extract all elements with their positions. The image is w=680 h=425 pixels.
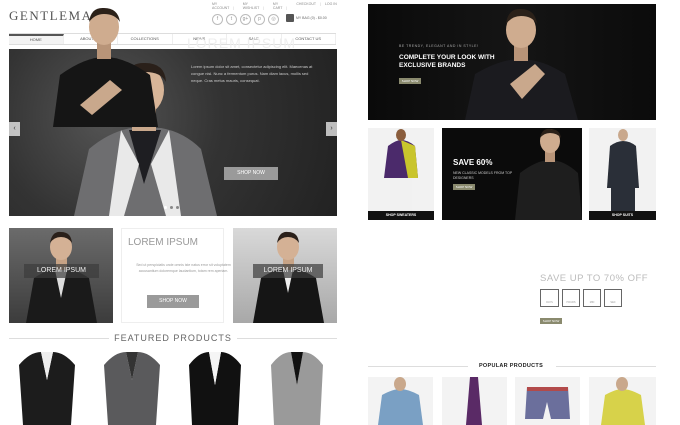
timer-seconds-unit: SEC bbox=[610, 301, 616, 304]
divider bbox=[237, 338, 337, 339]
product-jacket-tuxedo[interactable] bbox=[186, 350, 244, 425]
card-sweaters[interactable]: SHOP SWEATERS bbox=[368, 128, 434, 220]
top-link-login[interactable]: LOG IN bbox=[325, 2, 340, 10]
product-jacket-grey-lapel[interactable] bbox=[268, 350, 326, 425]
hero-title: LOREM IPSUM bbox=[187, 35, 297, 51]
timer-hours: 13 HOURS bbox=[562, 289, 580, 307]
save-title: SAVE 60% bbox=[453, 158, 493, 167]
google-plus-icon[interactable]: g+ bbox=[240, 14, 251, 25]
promo-mid-text: Sed ut perspiciatis unde omnis iste natu… bbox=[136, 263, 231, 273]
banner-title: COMPLETE YOUR LOOK WITH EXCLUSIVE BRANDS bbox=[399, 54, 495, 69]
timer-seconds-value: 24 bbox=[610, 293, 616, 299]
product-image bbox=[525, 387, 570, 419]
product-image bbox=[378, 377, 423, 425]
pinterest-icon[interactable]: p bbox=[254, 14, 265, 25]
facebook-icon[interactable]: f bbox=[212, 14, 223, 25]
top-link-cart[interactable]: MY CART bbox=[273, 2, 292, 10]
save-text: NEW CLASSIC MODELS FROM TOP DESIGNERS bbox=[453, 171, 513, 180]
product-shorts-printed[interactable] bbox=[515, 377, 580, 425]
deals-subtitle: SAVE UP TO 70% OFF bbox=[540, 273, 649, 284]
deals-model-image bbox=[53, 7, 158, 127]
timer-minutes-unit: MIN bbox=[589, 301, 595, 304]
product-image bbox=[466, 377, 482, 425]
bag-label: MY BAG (0) - $0.00 bbox=[296, 16, 327, 20]
hero-shop-now-button[interactable]: SHOP NOW bbox=[224, 167, 278, 180]
suit-model-image bbox=[607, 129, 639, 211]
product-jacket-grey[interactable] bbox=[101, 350, 163, 425]
banner-tagline: BE TRENDY, ELEGANT AND IN STYLE! bbox=[399, 44, 479, 48]
slider-next-button[interactable]: › bbox=[326, 122, 337, 136]
timer-hours-value: 13 bbox=[568, 293, 574, 299]
product-jacket-black[interactable] bbox=[15, 350, 80, 425]
product-tie-purple[interactable] bbox=[442, 377, 507, 425]
sweater-model-image bbox=[384, 129, 418, 211]
promo-right-label: LOREM IPSUM bbox=[253, 264, 323, 278]
top-link-account[interactable]: MY ACCOUNT bbox=[212, 2, 239, 10]
slider-prev-button[interactable]: ‹ bbox=[9, 122, 20, 136]
promo-shop-now-button[interactable]: SHOP NOW bbox=[147, 295, 199, 308]
top-link-wishlist[interactable]: MY WISHLIST bbox=[243, 2, 269, 10]
promo-mid-title: LOREM IPSUM bbox=[128, 237, 199, 248]
product-sweater-blue[interactable] bbox=[368, 377, 433, 425]
save-model-image bbox=[515, 128, 582, 220]
bag-icon bbox=[286, 14, 294, 22]
social-icons: f t g+ p ◎ bbox=[212, 14, 279, 25]
shop-suits-label[interactable]: SHOP SUITS bbox=[589, 211, 656, 220]
banner-shop-now-button[interactable]: SHOP NOW bbox=[399, 78, 421, 84]
product-shirt-yellow[interactable] bbox=[589, 377, 656, 425]
slider-dot[interactable] bbox=[164, 206, 167, 209]
timer-hours-unit: HOURS bbox=[566, 301, 576, 304]
deals-title: SPECIAL DEALS bbox=[540, 262, 595, 268]
instagram-icon[interactable]: ◎ bbox=[268, 14, 279, 25]
timer-days: 2208 DAYS bbox=[540, 289, 559, 307]
slider-dots bbox=[164, 206, 179, 209]
shopping-bag[interactable]: MY BAG (0) - $0.00 bbox=[286, 14, 327, 22]
deals-shop-now-button[interactable]: SHOP NOW bbox=[540, 318, 562, 324]
top-link-checkout[interactable]: CHECKOUT bbox=[296, 2, 321, 10]
timer-days-unit: DAYS bbox=[546, 301, 553, 304]
card-suits[interactable]: SHOP SUITS bbox=[589, 128, 656, 220]
timer-days-value: 2208 bbox=[543, 293, 556, 299]
countdown-timer: 2208 DAYS 13 HOURS 7 MIN 24 SEC bbox=[540, 289, 622, 307]
slider-dot[interactable] bbox=[176, 206, 179, 209]
promo-left-label: LOREM IPSUM bbox=[24, 264, 99, 278]
timer-minutes-value: 7 bbox=[590, 293, 594, 299]
product-image bbox=[601, 377, 645, 425]
twitter-icon[interactable]: t bbox=[226, 14, 237, 25]
promo-banner-left[interactable]: LOREM IPSUM bbox=[9, 228, 113, 323]
shop-sweaters-label[interactable]: SHOP SWEATERS bbox=[368, 211, 434, 220]
divider bbox=[556, 366, 656, 367]
top-links: MY ACCOUNT MY WISHLIST MY CART CHECKOUT … bbox=[212, 2, 340, 10]
promo-banner-right[interactable]: LOREM IPSUM bbox=[233, 228, 337, 323]
timer-minutes: 7 MIN bbox=[583, 289, 601, 307]
slider-dot[interactable] bbox=[170, 206, 173, 209]
save-shop-now-button[interactable]: SHOP NOW bbox=[453, 184, 475, 190]
timer-seconds: 24 SEC bbox=[604, 289, 622, 307]
hero-text: Lorem ipsum dolor sit amet, consectetur … bbox=[191, 64, 313, 83]
